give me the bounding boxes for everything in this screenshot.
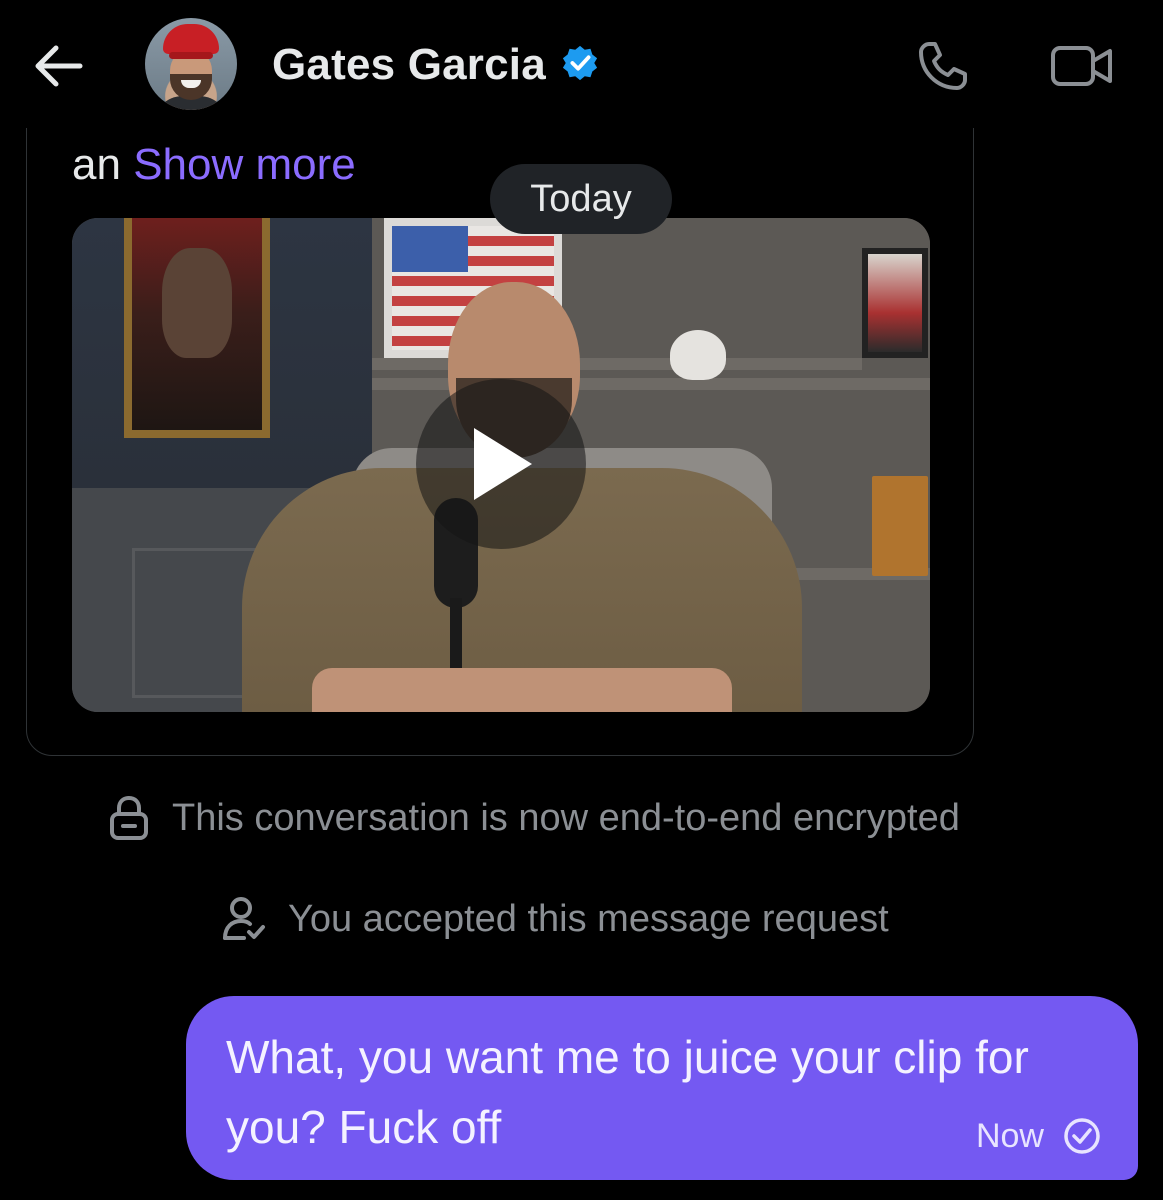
outgoing-message-text: What, you want me to juice your clip for… <box>226 1031 1029 1153</box>
sent-check-icon <box>1064 1118 1100 1154</box>
phone-icon <box>919 42 967 90</box>
encryption-notice-text: This conversation is now end-to-end encr… <box>172 796 960 839</box>
encryption-notice: This conversation is now end-to-end encr… <box>108 795 960 841</box>
video-call-button[interactable] <box>1046 36 1118 96</box>
lock-icon <box>110 795 148 840</box>
play-button[interactable] <box>416 379 586 549</box>
arrow-left-icon <box>35 45 83 87</box>
video-thumbnail[interactable] <box>72 218 930 712</box>
shared-post-text: an Show more <box>72 140 356 190</box>
message-meta: Now <box>976 1116 1102 1156</box>
request-accepted-text: You accepted this message request <box>288 897 889 940</box>
play-icon <box>474 428 532 500</box>
conversation-header: Gates Garcia <box>0 0 1163 128</box>
request-accepted-notice: You accepted this message request <box>222 896 889 942</box>
date-divider: Today <box>490 164 672 234</box>
video-camera-icon <box>1051 46 1112 86</box>
avatar[interactable] <box>145 18 237 110</box>
shared-post-text-prefix: an <box>72 140 121 189</box>
call-button[interactable] <box>912 36 974 96</box>
back-button[interactable] <box>28 38 88 94</box>
contact-name[interactable]: Gates Garcia <box>272 40 546 90</box>
message-timestamp: Now <box>975 1116 1044 1155</box>
show-more-link[interactable]: Show more <box>133 140 356 189</box>
person-check-icon <box>223 897 265 940</box>
outgoing-message-bubble[interactable]: What, you want me to juice your clip for… <box>186 996 1138 1180</box>
verified-badge-icon <box>562 45 598 81</box>
